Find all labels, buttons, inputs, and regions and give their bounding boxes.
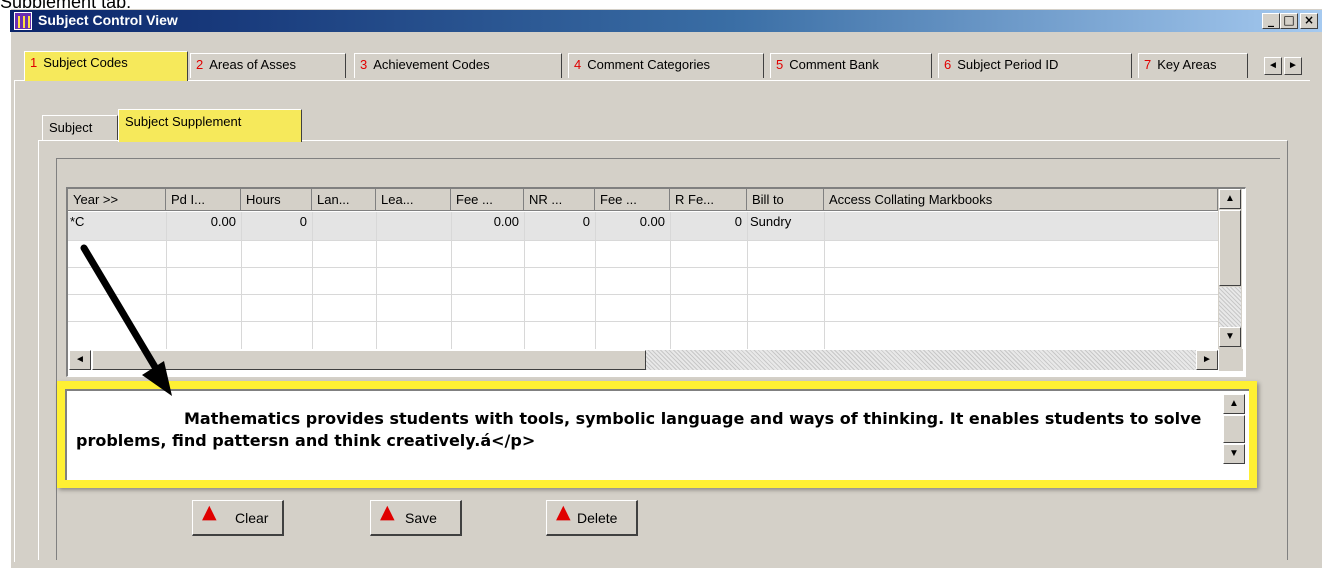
tab-label: Comment Categories — [587, 57, 711, 72]
tab-comment-categories[interactable]: 4 Comment Categories — [568, 53, 764, 78]
grid-column-line — [376, 212, 377, 349]
grid-column-line — [670, 212, 671, 349]
tab-label: Comment Bank — [789, 57, 879, 72]
column-header-lan[interactable]: Lan... — [312, 189, 376, 211]
delete-button-label: Delete — [577, 510, 618, 526]
tab-label: Key Areas — [1157, 57, 1217, 72]
delete-button[interactable]: ▲ Delete — [546, 500, 638, 536]
column-header-lea[interactable]: Lea... — [376, 189, 451, 211]
tab-achievement-codes[interactable]: 3 Achievement Codes — [354, 53, 562, 78]
tab-label: Subject Period ID — [957, 57, 1059, 72]
cell-fee[interactable]: 0.00 — [451, 213, 519, 231]
save-button[interactable]: ▲ Save — [370, 500, 462, 536]
subtab-subject[interactable]: Subject — [42, 115, 118, 140]
red-up-arrow-icon: ▲ — [556, 501, 571, 523]
tab-label: Subject Codes — [43, 55, 128, 70]
close-button[interactable]: × — [1300, 13, 1318, 29]
scroll-corner — [1219, 349, 1243, 371]
annotation-arrow — [80, 244, 172, 396]
scroll-up-button[interactable]: ▲ — [1219, 189, 1241, 209]
grid-column-line — [747, 212, 748, 349]
save-button-label: Save — [405, 510, 437, 526]
column-header-fee-2[interactable]: Fee ... — [595, 189, 670, 211]
scroll-right-button[interactable]: ► — [1196, 350, 1218, 370]
scroll-track[interactable] — [1219, 287, 1241, 327]
tab-label: Areas of Asses — [209, 57, 296, 72]
tab-number: 7 — [1144, 57, 1152, 72]
grid-column-line — [451, 212, 452, 349]
column-header-bill-to[interactable]: Bill to — [747, 189, 824, 211]
tab-number: 1 — [30, 55, 38, 70]
tab-number: 6 — [944, 57, 952, 72]
cell-nr[interactable]: 0 — [524, 213, 590, 231]
grid-column-line — [241, 212, 242, 349]
cell-hours[interactable]: 0 — [241, 213, 307, 231]
column-header-nr[interactable]: NR ... — [524, 189, 595, 211]
column-header-r-fee[interactable]: R Fe... — [670, 189, 747, 211]
clear-button-label: Clear — [235, 510, 269, 526]
red-up-arrow-icon: ▲ — [202, 501, 217, 523]
tab-subject-period-id[interactable]: 6 Subject Period ID — [938, 53, 1132, 78]
tab-number: 2 — [196, 57, 204, 72]
horizontal-scroll-track[interactable] — [646, 350, 1196, 370]
memo-scroll-down-button[interactable]: ▼ — [1223, 444, 1245, 464]
clear-button[interactable]: ▲ Clear — [192, 500, 284, 536]
tab-scroll-left-button[interactable]: ◄ — [1264, 57, 1282, 75]
tab-subject-codes[interactable]: 1 Subject Codes — [24, 51, 188, 81]
tab-label: Achievement Codes — [373, 57, 490, 72]
grid-column-line — [595, 212, 596, 349]
grid-column-line — [524, 212, 525, 349]
grid-column-line — [312, 212, 313, 349]
minimize-button[interactable]: _ — [1262, 13, 1280, 29]
tab-number: 3 — [360, 57, 368, 72]
tab-key-areas[interactable]: 7 Key Areas — [1138, 53, 1248, 78]
column-header-year[interactable]: Year >> — [68, 189, 166, 211]
supplement-text[interactable]: Mathematics provides students with tools… — [76, 408, 1206, 452]
cell-fee-2[interactable]: 0.00 — [595, 213, 665, 231]
window-title: Subject Control View — [38, 12, 178, 28]
cell-bill-to[interactable]: Sundry — [750, 213, 822, 231]
app-icon — [14, 12, 32, 30]
tab-comment-bank[interactable]: 5 Comment Bank — [770, 53, 932, 78]
red-up-arrow-icon: ▲ — [380, 501, 395, 523]
memo-scroll-thumb[interactable] — [1223, 415, 1245, 443]
column-header-pd[interactable]: Pd I... — [166, 189, 241, 211]
tab-scroll-right-button[interactable]: ► — [1284, 57, 1302, 75]
cell-pd[interactable]: 0.00 — [166, 213, 236, 231]
column-header-access-collating-markbooks[interactable]: Access Collating Markbooks — [824, 189, 1218, 211]
maximize-button[interactable]: □ — [1280, 13, 1298, 29]
arrow-shaft — [80, 244, 162, 376]
tab-number: 5 — [776, 57, 784, 72]
cell-r-fee[interactable]: 0 — [670, 213, 742, 231]
arrow-head — [142, 361, 172, 396]
cell-year[interactable]: *C — [70, 213, 160, 231]
column-header-fee[interactable]: Fee ... — [451, 189, 524, 211]
column-header-hours[interactable]: Hours — [241, 189, 312, 211]
tab-number: 4 — [574, 57, 582, 72]
memo-scroll-up-button[interactable]: ▲ — [1223, 394, 1245, 414]
scroll-down-button[interactable]: ▼ — [1219, 327, 1241, 347]
title-bar[interactable] — [10, 10, 1322, 32]
scroll-thumb[interactable] — [1219, 210, 1241, 286]
tab-areas-of-assessment[interactable]: 2 Areas of Asses — [190, 53, 346, 78]
grid-column-line — [824, 212, 825, 349]
subtab-subject-supplement[interactable]: Subject Supplement — [118, 109, 302, 142]
